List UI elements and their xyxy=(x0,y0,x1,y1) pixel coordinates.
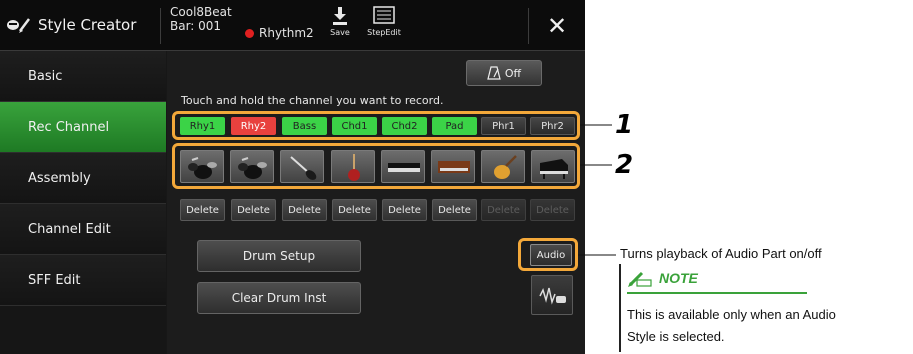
instrument-button-rhy1[interactable] xyxy=(180,150,224,183)
delete-button-phr1: Delete xyxy=(481,199,526,221)
instrument-button-chd2[interactable] xyxy=(381,150,425,183)
organ-keys-icon xyxy=(438,161,470,173)
close-icon: ✕ xyxy=(546,12,568,40)
rec-channel-name: Rhythm2 xyxy=(259,26,314,40)
audio-callout-text: Turns playback of Audio Part on/off xyxy=(620,246,822,261)
channel-button-phr1[interactable]: Phr1 xyxy=(481,117,526,135)
note-title: NOTE xyxy=(659,270,698,286)
acoustic-guitar-icon xyxy=(494,155,517,179)
save-label: Save xyxy=(330,28,350,37)
step-edit-icon xyxy=(373,6,395,24)
metronome-button[interactable]: Off xyxy=(466,60,542,86)
channel-button-chd1[interactable]: Chd1 xyxy=(332,117,377,135)
delete-button-rhy1[interactable]: Delete xyxy=(180,199,225,221)
note-pencil-icon xyxy=(628,271,652,287)
note-heading: NOTE xyxy=(627,268,698,288)
delete-button-chd2[interactable]: Delete xyxy=(382,199,427,221)
note-body: This is available only when an Audio Sty… xyxy=(627,304,836,348)
close-divider xyxy=(528,8,529,44)
sidebar-item-label: Rec Channel xyxy=(28,119,110,135)
metronome-label: Off xyxy=(504,66,522,80)
drum-kit-icon xyxy=(238,157,267,179)
instrument-button-rhy2[interactable] xyxy=(230,150,274,183)
app-title-label: Style Creator xyxy=(38,16,137,34)
delete-button-rhy2[interactable]: Delete xyxy=(231,199,276,221)
instrument-button-phr1[interactable] xyxy=(481,150,525,183)
channel-button-chd2[interactable]: Chd2 xyxy=(382,117,427,135)
style-creator-icon xyxy=(7,18,30,33)
callout-number-2: 2 xyxy=(615,150,634,180)
channel-button-rhy1[interactable]: Rhy1 xyxy=(180,117,225,135)
instrument-button-pad[interactable] xyxy=(431,150,475,183)
style-name: Cool8Beat xyxy=(170,5,232,19)
instrument-button-chd1[interactable] xyxy=(331,150,375,183)
instrument-button-bass[interactable] xyxy=(280,150,324,183)
waveform-icon xyxy=(539,287,566,305)
note-text-line-1: This is available only when an Audio xyxy=(627,307,836,322)
sidebar-item-label: SFF Edit xyxy=(28,272,81,288)
close-button[interactable]: ✕ xyxy=(543,12,571,40)
save-button[interactable]: Save xyxy=(325,6,355,37)
save-icon xyxy=(333,7,347,25)
channel-button-bass[interactable]: Bass xyxy=(282,117,327,135)
note-border xyxy=(619,264,621,352)
delete-button-pad[interactable]: Delete xyxy=(432,199,477,221)
note-underline xyxy=(627,292,807,294)
app-title[interactable]: Style Creator xyxy=(6,12,136,38)
delete-button-phr2: Delete xyxy=(530,199,575,221)
audio-settings-button[interactable] xyxy=(531,275,573,315)
record-dot-icon xyxy=(245,28,254,38)
audio-leader-line xyxy=(578,254,616,256)
sidebar-item-assembly[interactable]: Assembly xyxy=(0,153,166,204)
channel-button-rhy2[interactable]: Rhy2 xyxy=(231,117,276,135)
callout-leader-lines xyxy=(580,124,612,166)
sidebar-item-channel-edit[interactable]: Channel Edit xyxy=(0,204,166,255)
sidebar-item-label: Basic xyxy=(28,68,63,84)
instrument-button-phr2[interactable] xyxy=(531,150,575,183)
metronome-icon xyxy=(487,66,501,80)
sidebar-item-label: Assembly xyxy=(28,170,91,186)
instruction-text: Touch and hold the channel you want to r… xyxy=(181,94,444,107)
sidebar-item-basic[interactable]: Basic xyxy=(0,51,166,102)
sidebar-item-sff-edit[interactable]: SFF Edit xyxy=(0,255,166,306)
note-text-line-2: Style is selected. xyxy=(627,329,725,344)
bar-counter: Bar: 001 xyxy=(170,19,222,33)
electric-guitar-icon xyxy=(348,154,360,181)
delete-button-chd1[interactable]: Delete xyxy=(332,199,377,221)
electric-bass-icon xyxy=(290,156,317,180)
grand-piano-icon xyxy=(540,159,568,179)
drum-kit-icon xyxy=(188,157,217,179)
song-info: Cool8Beat Bar: 001 xyxy=(170,5,232,33)
stepedit-label: StepEdit xyxy=(367,28,401,37)
delete-button-bass[interactable]: Delete xyxy=(282,199,327,221)
callout-number-1: 1 xyxy=(615,110,634,140)
audio-part-button[interactable]: Audio xyxy=(530,244,572,266)
rec-channel-indicator: Rhythm2 xyxy=(245,26,314,40)
title-divider xyxy=(160,8,161,44)
piano-keys-icon xyxy=(388,163,420,172)
stepedit-button[interactable]: StepEdit xyxy=(367,6,401,37)
channel-button-pad[interactable]: Pad xyxy=(432,117,477,135)
drum-setup-button[interactable]: Drum Setup xyxy=(197,240,361,272)
clear-drum-inst-button[interactable]: Clear Drum Inst xyxy=(197,282,361,314)
channel-button-phr2[interactable]: Phr2 xyxy=(530,117,575,135)
sidebar-item-rec-channel[interactable]: Rec Channel xyxy=(0,102,166,153)
sidebar-item-label: Channel Edit xyxy=(28,221,111,237)
